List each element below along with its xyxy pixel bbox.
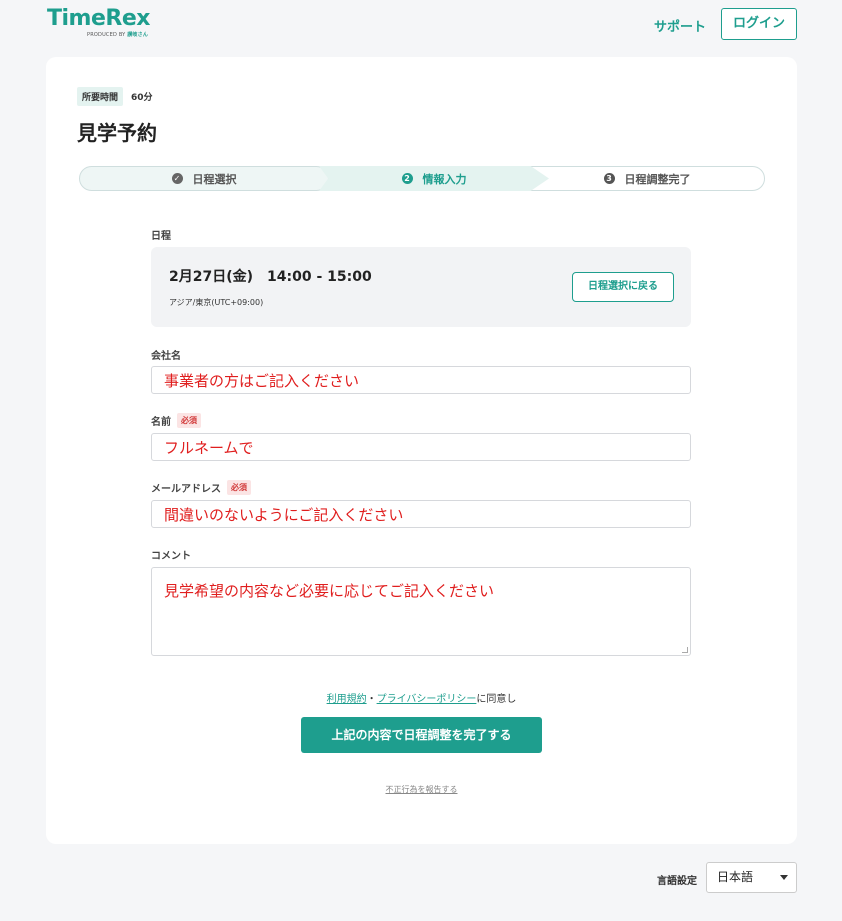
privacy-policy-link[interactable]: プライバシーポリシー xyxy=(377,694,477,705)
terms-link[interactable]: 利用規約 xyxy=(327,694,367,705)
schedule-timezone: アジア/東京(UTC+09:00) xyxy=(169,298,264,307)
logo-subtitle: PRODUCED BY 讃岐さん xyxy=(87,32,149,38)
step-label: 日程調整完了 xyxy=(624,172,691,186)
back-to-date-select-button[interactable]: 日程選択に戻る xyxy=(572,272,674,302)
report-abuse-link[interactable]: 不正行為を報告する xyxy=(46,784,797,795)
language-label: 言語設定 xyxy=(657,876,697,887)
logo-text: TimeRex xyxy=(47,6,150,31)
duration-tag: 所要時間 xyxy=(77,87,124,106)
caret-down-icon xyxy=(780,875,788,880)
required-badge: 必須 xyxy=(227,480,251,495)
required-badge: 必須 xyxy=(177,413,201,428)
language-select[interactable]: 日本語 xyxy=(706,862,797,893)
check-icon: ✓ xyxy=(171,173,183,184)
submit-button[interactable]: 上記の内容で日程調整を完了する xyxy=(301,717,542,753)
step-label: 情報入力 xyxy=(422,172,467,186)
login-button[interactable]: ログイン xyxy=(721,8,797,40)
agreement-text: 利用規約・プライバシーポリシーに同意し xyxy=(326,694,517,705)
page-title: 見学予約 xyxy=(77,121,157,145)
step-date-select: ✓ 日程選択 xyxy=(79,166,329,191)
email-label: メールアドレス 必須 xyxy=(151,480,251,495)
step-info-input: 2 情報入力 xyxy=(319,166,549,191)
booking-card: 所要時間 60分 見学予約 ✓ 日程選択 2 情報入力 3 日程調整完了 日程 … xyxy=(46,57,797,844)
comment-label: コメント xyxy=(151,551,191,562)
step-complete: 3 日程調整完了 xyxy=(529,166,765,191)
step-number: 2 xyxy=(401,173,413,184)
company-label: 会社名 xyxy=(151,351,181,362)
name-label: 名前 必須 xyxy=(151,413,201,428)
company-input[interactable]: 事業者の方はご記入ください xyxy=(151,366,691,394)
support-link[interactable]: サポート xyxy=(654,16,706,35)
duration-value: 60分 xyxy=(131,93,153,103)
schedule-label: 日程 xyxy=(151,231,171,242)
comment-textarea[interactable]: 見学希望の内容など必要に応じてご記入ください xyxy=(151,567,691,656)
schedule-box: 2月27日(金) 14:00 - 15:00 アジア/東京(UTC+09:00)… xyxy=(151,247,691,327)
progress-stepper: ✓ 日程選択 2 情報入力 3 日程調整完了 xyxy=(79,166,765,191)
email-input[interactable]: 間違いのないようにご記入ください xyxy=(151,500,691,528)
resize-handle-icon[interactable] xyxy=(682,647,688,653)
step-label: 日程選択 xyxy=(192,172,237,186)
timerex-logo[interactable]: TimeRex PRODUCED BY 讃岐さん xyxy=(47,7,157,41)
header: TimeRex PRODUCED BY 讃岐さん サポート ログイン xyxy=(0,0,842,50)
event-meta: 所要時間 60分 xyxy=(77,87,153,106)
name-input[interactable]: フルネームで xyxy=(151,433,691,461)
step-number: 3 xyxy=(603,173,615,184)
schedule-date: 2月27日(金) 14:00 - 15:00 xyxy=(169,269,372,285)
